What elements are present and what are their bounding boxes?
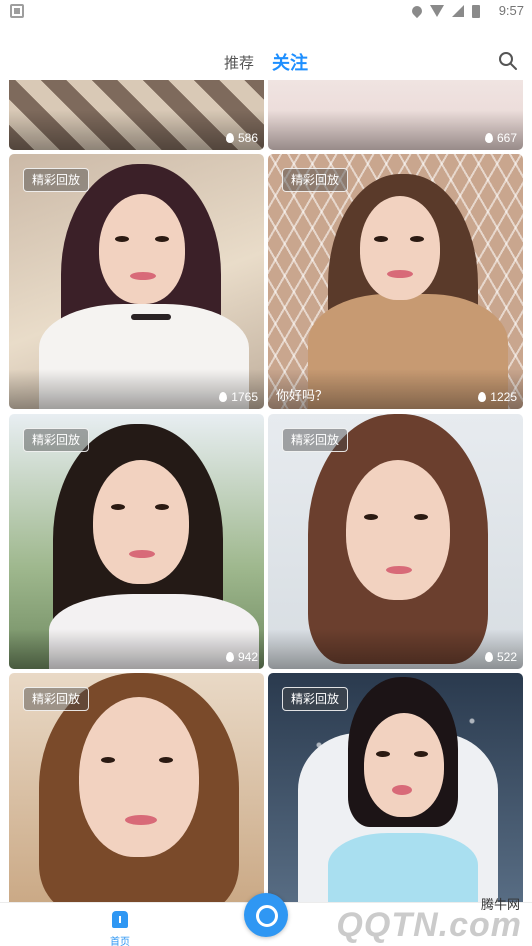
stream-grid: 586 667 精彩回放 1765 精彩回放 你好吗？ 1225 精彩回放 94… (0, 80, 532, 902)
stream-card[interactable]: 精彩回放 (268, 673, 523, 902)
start-live-button[interactable] (244, 893, 288, 937)
fire-icon (225, 652, 234, 662)
replay-badge: 精彩回放 (23, 428, 90, 452)
watermark: QQTN.com 腾牛网 (332, 890, 528, 944)
status-time: 9:57 (498, 3, 524, 18)
watermark-brand: 腾牛网 (480, 897, 520, 912)
replay-badge: 精彩回放 (282, 687, 349, 711)
stream-card[interactable]: 586 (9, 80, 264, 150)
status-icons (409, 3, 480, 19)
home-icon (112, 911, 128, 928)
tab-home-label: 首页 (110, 937, 130, 946)
stream-card[interactable]: 精彩回放 (9, 673, 264, 902)
view-count-value: 522 (496, 650, 517, 664)
view-count: 522 (484, 650, 517, 664)
view-count: 1225 (478, 390, 517, 404)
stream-card[interactable]: 精彩回放 522 (268, 414, 523, 669)
fire-icon (484, 133, 493, 143)
view-count-value: 1225 (490, 390, 517, 404)
notification-icon (10, 4, 24, 18)
view-count-value: 667 (496, 131, 517, 145)
view-count: 942 (225, 650, 258, 664)
app-screen: 9:57 推荐 关注 586 667 精彩回放 1765 精彩回放 你好吗？ 1… (0, 0, 532, 946)
replay-badge: 精彩回放 (282, 428, 349, 452)
replay-badge: 精彩回放 (23, 168, 90, 192)
tab-home[interactable]: 首页 (104, 911, 136, 946)
tab-follow[interactable]: 关注 (272, 49, 308, 75)
signal-icon (452, 5, 464, 17)
wifi-icon (430, 5, 444, 17)
fire-icon (478, 392, 487, 402)
replay-badge: 精彩回放 (282, 168, 349, 192)
view-count: 1765 (219, 390, 258, 404)
location-icon (409, 3, 425, 19)
status-bar: 9:57 (0, 0, 532, 22)
fire-icon (219, 392, 228, 402)
fire-icon (225, 133, 234, 143)
view-count-value: 1765 (231, 390, 258, 404)
replay-badge: 精彩回放 (23, 687, 90, 711)
stream-card[interactable]: 667 (268, 80, 523, 150)
stream-card[interactable]: 精彩回放 1765 (9, 154, 264, 409)
view-count: 586 (225, 131, 258, 145)
battery-icon (472, 4, 480, 18)
view-count-value: 586 (237, 131, 258, 145)
stream-card[interactable]: 精彩回放 你好吗？ 1225 (268, 154, 523, 409)
view-count-value: 942 (237, 650, 258, 664)
fire-icon (484, 652, 493, 662)
view-count: 667 (484, 131, 517, 145)
top-nav: 推荐 关注 (0, 22, 532, 80)
search-icon[interactable] (498, 51, 518, 71)
stream-caption: 你好吗？ (276, 388, 329, 403)
stream-card[interactable]: 精彩回放 942 (9, 414, 264, 669)
tab-recommend[interactable]: 推荐 (224, 52, 254, 73)
